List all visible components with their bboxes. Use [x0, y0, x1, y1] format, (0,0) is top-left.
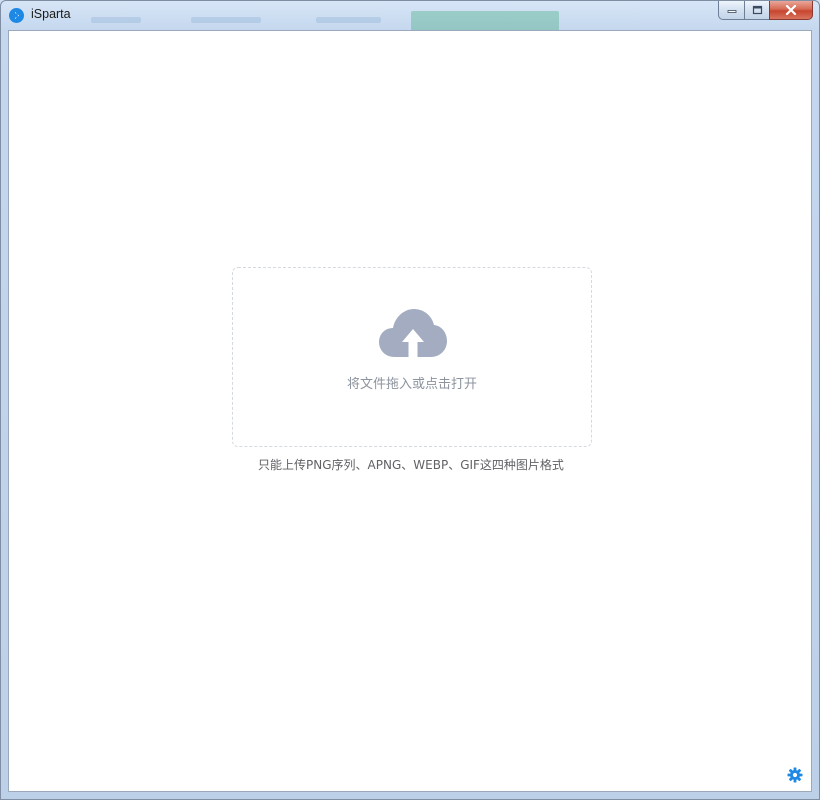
upload-dropzone[interactable]: 将文件拖入或点击打开 [232, 267, 592, 447]
minimize-icon [727, 10, 736, 13]
background-blur [61, 9, 581, 31]
maximize-icon [752, 5, 762, 15]
title-bar[interactable]: iSparta [1, 1, 819, 31]
settings-button[interactable] [787, 767, 803, 783]
gear-icon [787, 767, 803, 783]
main-content: 将文件拖入或点击打开 只能上传PNG序列、APNG、WEBP、GIF这四种图片格… [8, 30, 812, 792]
maximize-button[interactable] [744, 1, 769, 20]
close-icon [785, 5, 797, 15]
app-logo-icon [9, 8, 24, 23]
dropzone-label: 将文件拖入或点击打开 [346, 377, 477, 392]
window-controls [718, 1, 813, 21]
window-title: iSparta [31, 7, 71, 21]
format-hint: 只能上传PNG序列、APNG、WEBP、GIF这四种图片格式 [258, 458, 564, 472]
close-button[interactable] [769, 1, 813, 20]
minimize-button[interactable] [718, 1, 744, 20]
app-window: iSparta 将文件拖入或点击打开 只能上传PNG序列、APNG、WEBP、G… [0, 0, 820, 800]
cloud-upload-icon [379, 309, 447, 357]
